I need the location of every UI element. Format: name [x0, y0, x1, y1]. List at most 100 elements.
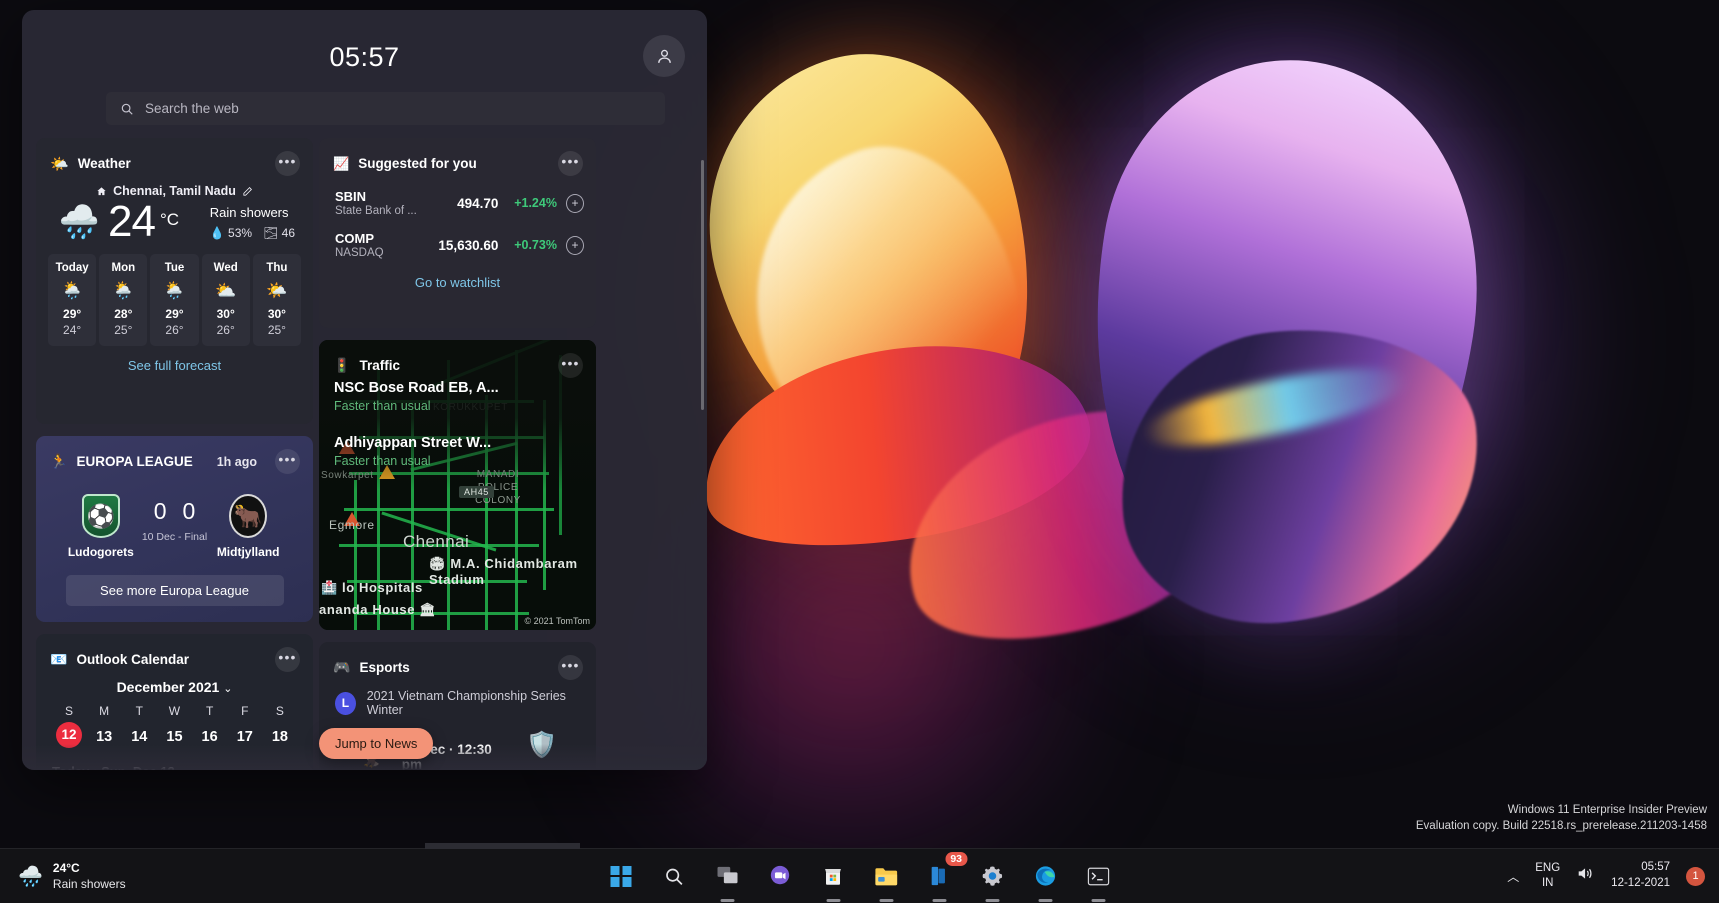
- sports-away-team-name: Midtjylland: [211, 545, 285, 559]
- stock-row[interactable]: SBIN State Bank of ... 494.70 +1.24% +: [319, 182, 596, 224]
- esports-more-options-icon[interactable]: •••: [558, 655, 583, 680]
- weather-humidity: 💧 53%: [210, 226, 252, 240]
- widgets-scroll-area[interactable]: 05:57 Search the web 🌤️ W: [22, 10, 707, 770]
- calendar-day-cell[interactable]: T 14: [124, 704, 154, 748]
- calendar-day-cell[interactable]: T 16: [195, 704, 225, 748]
- speaker-icon[interactable]: [1576, 865, 1595, 887]
- map-attribution: © 2021 TomTom: [525, 616, 591, 626]
- sports-widget[interactable]: 🏃 EUROPA LEAGUE 1h ago ••• ⚽ Ludogorets …: [36, 436, 313, 622]
- sports-time-ago: 1h ago: [217, 455, 257, 469]
- traffic-status: Faster than usual: [334, 399, 582, 413]
- calendar-widget[interactable]: 📧 Outlook Calendar ••• December 2021 ⌄ S…: [36, 634, 313, 770]
- stocks-title: Suggested for you: [358, 156, 477, 171]
- calendar-day-cell[interactable]: S 12: [54, 704, 84, 748]
- calendar-day-cell[interactable]: F 17: [230, 704, 260, 748]
- weather-header: 🌤️ Weather •••: [36, 138, 313, 176]
- widgets-scrollbar[interactable]: [701, 160, 704, 410]
- taskbar-weather-temp: 24°C: [53, 861, 126, 875]
- calendar-date-today[interactable]: 12: [56, 722, 82, 748]
- gamepad-icon: 🎮: [333, 659, 350, 676]
- forecast-day[interactable]: Tue 🌦️ 29° 26°: [150, 254, 198, 346]
- forecast-day[interactable]: Thu 🌤️ 30° 25°: [253, 254, 301, 346]
- taskbar-app-row: 93: [604, 859, 1115, 893]
- calendar-month-selector[interactable]: December 2021 ⌄: [36, 679, 313, 695]
- stock-row[interactable]: COMP NASDAQ 15,630.60 +0.73% +: [319, 224, 596, 266]
- forecast-high: 29°: [150, 307, 198, 321]
- traffic-item[interactable]: NSC Bose Road EB, A... Faster than usual: [319, 378, 596, 413]
- weather-location[interactable]: Chennai, Tamil Nadu: [36, 184, 313, 198]
- task-view-icon: [716, 866, 738, 886]
- calendar-date[interactable]: 18: [265, 729, 295, 745]
- sun-cloud-icon: 🌤️: [253, 281, 301, 301]
- calendar-month-label: December 2021: [117, 679, 220, 695]
- calendar-date[interactable]: 16: [195, 729, 225, 745]
- traffic-more-options-icon[interactable]: •••: [558, 353, 583, 378]
- chevron-up-icon[interactable]: ︿: [1507, 868, 1519, 885]
- notification-badge[interactable]: 1: [1686, 867, 1705, 886]
- search-input[interactable]: Search the web: [106, 92, 665, 125]
- traffic-widget[interactable]: KORUKKUPET MANADI POLICE COLONY Sowkarpe…: [319, 340, 596, 630]
- clock-and-date[interactable]: 05:57 12-12-2021: [1611, 860, 1670, 891]
- calendar-more-options-icon[interactable]: •••: [275, 647, 300, 672]
- weather-widget[interactable]: 🌤️ Weather ••• Chennai, Tamil Nadu 🌧️ 24…: [36, 138, 313, 424]
- sports-runner-icon: 🏃: [50, 453, 67, 470]
- calendar-date[interactable]: 17: [230, 729, 260, 745]
- weather-condition: Rain showers: [210, 205, 289, 220]
- weather-more-options-icon[interactable]: •••: [275, 151, 300, 176]
- taskbar[interactable]: 🌧️ 24°C Rain showers: [0, 848, 1719, 903]
- esports-away-team[interactable]: 🛡️ LXE: [513, 731, 570, 770]
- forecast-day[interactable]: Today 🌦️ 29° 24°: [48, 254, 96, 346]
- microsoft-store-button[interactable]: [816, 859, 850, 893]
- widgets-panel-header: 05:57 Search the web: [22, 10, 707, 138]
- pencil-edit-icon[interactable]: [242, 186, 253, 197]
- calendar-dow: T: [195, 704, 225, 718]
- forecast-day[interactable]: Wed ⛅ 30° 26°: [202, 254, 250, 346]
- file-explorer-button[interactable]: [869, 859, 903, 893]
- search-button[interactable]: [657, 859, 691, 893]
- sports-away-team[interactable]: 🐂 Midtjylland: [211, 494, 285, 559]
- calendar-day-cell[interactable]: S 18: [265, 704, 295, 748]
- chat-icon: [769, 865, 792, 887]
- store-icon: [823, 865, 844, 887]
- stocks-widget[interactable]: 📈 Suggested for you ••• SBIN State Bank …: [319, 138, 596, 328]
- go-to-watchlist-link[interactable]: Go to watchlist: [319, 266, 596, 303]
- edge-button[interactable]: [1028, 859, 1062, 893]
- language-secondary: IN: [1535, 876, 1560, 891]
- see-more-europa-league-button[interactable]: See more Europa League: [66, 575, 284, 606]
- sports-more-options-icon[interactable]: •••: [275, 449, 300, 474]
- taskbar-weather-widget-button[interactable]: 🌧️ 24°C Rain showers: [0, 861, 126, 891]
- calendar-date[interactable]: 13: [89, 729, 119, 745]
- see-full-forecast-link[interactable]: See full forecast: [36, 346, 313, 386]
- widgets-panel[interactable]: 05:57 Search the web 🌤️ W: [22, 10, 707, 770]
- forecast-day[interactable]: Mon 🌦️ 28° 25°: [99, 254, 147, 346]
- widgets-column-left: 🌤️ Weather ••• Chennai, Tamil Nadu 🌧️ 24…: [36, 138, 313, 770]
- calendar-dow: S: [54, 704, 84, 718]
- stocks-more-options-icon[interactable]: •••: [558, 151, 583, 176]
- weather-location-label: Chennai, Tamil Nadu: [113, 184, 236, 198]
- calendar-day-cell[interactable]: W 15: [159, 704, 189, 748]
- start-button[interactable]: [604, 859, 638, 893]
- calendar-day-cell[interactable]: M 13: [89, 704, 119, 748]
- mail-button[interactable]: 93: [922, 859, 956, 893]
- add-to-watchlist-icon[interactable]: +: [566, 236, 584, 255]
- calendar-date[interactable]: 14: [124, 729, 154, 745]
- task-view-button[interactable]: [710, 859, 744, 893]
- search-icon: [664, 866, 685, 887]
- add-to-watchlist-icon[interactable]: +: [566, 194, 584, 213]
- terminal-button[interactable]: [1081, 859, 1115, 893]
- sports-home-team[interactable]: ⚽ Ludogorets: [64, 494, 138, 559]
- traffic-item[interactable]: Adhiyappan Street W... Faster than usual: [319, 433, 596, 468]
- stock-name: SBIN State Bank of ...: [335, 189, 425, 217]
- weather-sub-details: 💧 53% 🌫 46: [210, 226, 295, 240]
- widgets-column-right: 📈 Suggested for you ••• SBIN State Bank …: [319, 138, 596, 770]
- language-indicator[interactable]: ENG IN: [1535, 861, 1560, 891]
- team-crest-icon: ⚽: [82, 494, 120, 538]
- esports-league-row[interactable]: L 2021 Vietnam Championship Series Winte…: [319, 680, 596, 717]
- avatar[interactable]: [643, 35, 685, 77]
- jump-to-news-button[interactable]: Jump to News: [319, 728, 433, 759]
- teams-chat-button[interactable]: [763, 859, 797, 893]
- calendar-date[interactable]: 15: [159, 729, 189, 745]
- home-icon: [96, 186, 107, 197]
- sun-rain-icon: 🌦️: [99, 281, 147, 301]
- settings-button[interactable]: [975, 859, 1009, 893]
